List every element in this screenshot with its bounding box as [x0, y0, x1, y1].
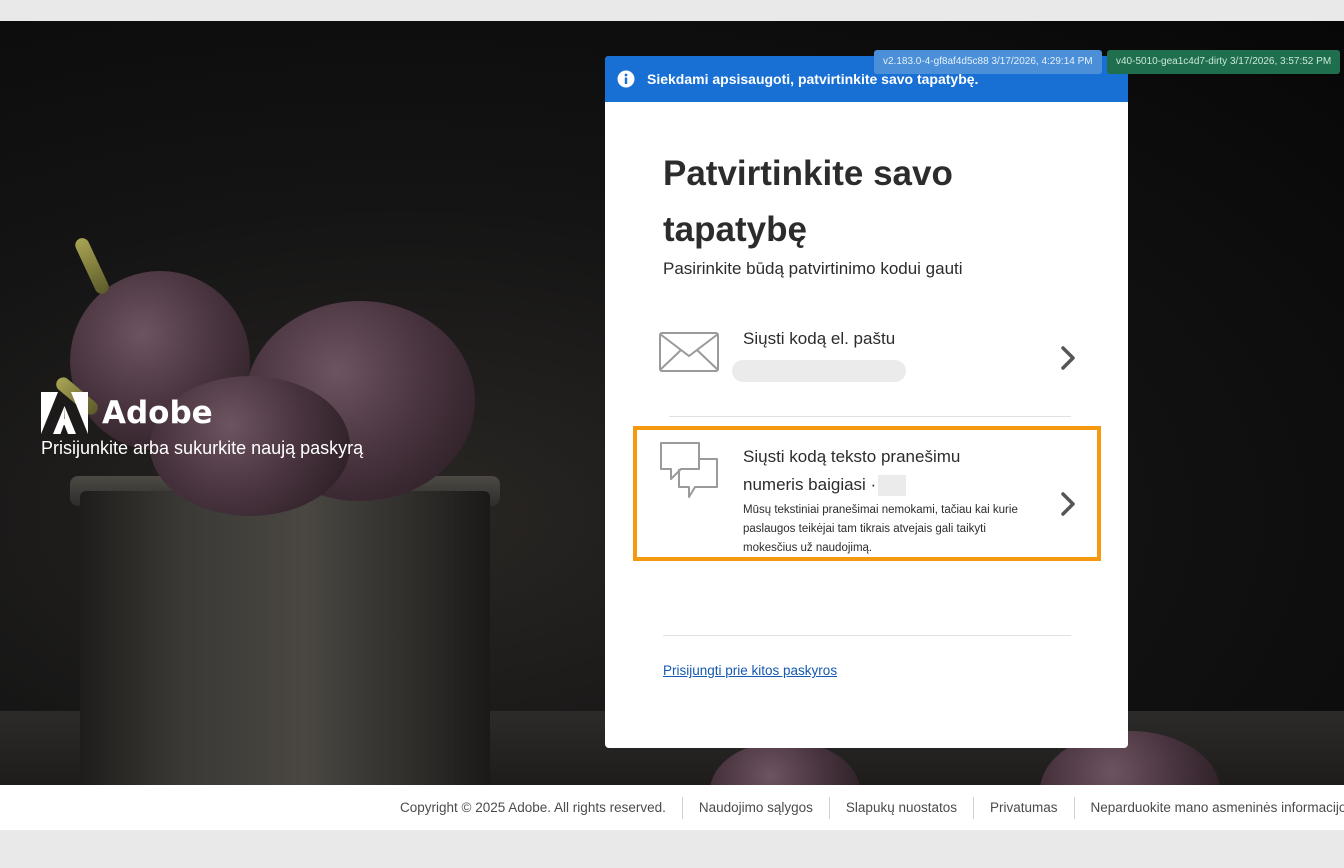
footer-link-do-not-sell[interactable]: Neparduokite mano asmeninės informacijos… [1073, 796, 1344, 819]
sign-in-other-account-link[interactable]: Prisijungti prie kitos paskyros [663, 663, 837, 678]
sms-option-title: Siųsti kodą teksto pranešimu numeris bai… [743, 443, 1003, 499]
version-badge: v2.183.0-4-gf8af4d5c88 3/17/2026, 4:29:1… [874, 50, 1102, 74]
masked-email-address [732, 360, 906, 382]
send-code-sms-option[interactable]: Siųsti kodą teksto pranešimu numeris bai… [633, 426, 1101, 561]
envelope-icon [659, 332, 719, 372]
clay-pot [80, 491, 490, 785]
footer-link-cookies[interactable]: Slapukų nuostatos [828, 796, 973, 819]
chat-bubbles-icon [660, 442, 718, 498]
sms-option-title-text: Siųsti kodą teksto pranešimu numeris bai… [743, 447, 961, 494]
send-code-email-option[interactable]: Siųsti kodą el. paštu [633, 306, 1101, 410]
page-title: Patvirtinkite savo tapatybę [663, 154, 953, 249]
brand-subtitle: Prisijunkite arba sukurkite naują paskyr… [41, 438, 364, 458]
page-subtitle: Pasirinkite būdą patvirtinimo kodui gaut… [663, 259, 963, 278]
sms-option-description: Mūsų tekstiniai pranešimai nemokami, tač… [743, 504, 1018, 554]
masked-phone-digits [878, 475, 907, 497]
brand-name: Adobe [102, 395, 213, 431]
options-divider [669, 416, 1071, 417]
footer-link-privacy[interactable]: Privatumas [973, 796, 1074, 819]
info-icon [617, 70, 635, 88]
verify-identity-card: Siekdami apsisaugoti, patvirtinkite savo… [605, 56, 1128, 748]
page-footer: Copyright © 2025 Adobe. All rights reser… [0, 785, 1344, 830]
chevron-right-icon [1061, 346, 1075, 370]
version-badge: v40-5010-gea1c4d7-dirty 3/17/2026, 3:57:… [1107, 50, 1341, 74]
footer-divider [663, 635, 1071, 636]
chevron-right-icon [1061, 492, 1075, 516]
brand-block: Adobe Prisijunkite arba sukurkite naują … [41, 392, 363, 459]
adobe-logo-icon [41, 392, 88, 434]
email-option-title: Siųsti kodą el. paštu [743, 329, 896, 348]
fig-stem [72, 235, 112, 297]
footer-copyright: Copyright © 2025 Adobe. All rights reser… [400, 799, 666, 815]
footer-link-terms[interactable]: Naudojimo sąlygos [681, 796, 829, 819]
